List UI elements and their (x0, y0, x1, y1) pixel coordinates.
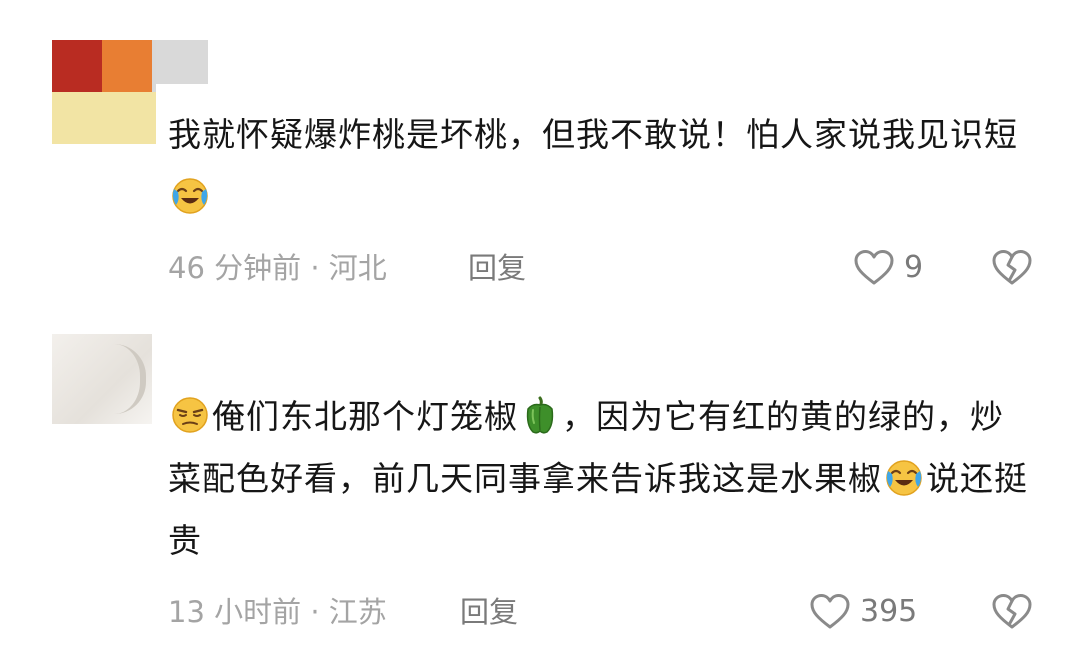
avatar-block (52, 96, 140, 144)
comment-text-segment: 俺们东北那个灯笼椒 (212, 397, 518, 436)
broken-heart-icon (992, 250, 1032, 285)
comment-text: 俺们东北那个灯笼椒 ，因为它有红的黄的绿的，炒菜配色好看，前几天同事拿来告诉我这… (168, 386, 1028, 572)
heart-outline-icon (810, 594, 850, 629)
comment-item: 俺们东北那个灯笼椒 ，因为它有红的黄的绿的，炒菜配色好看，前几天同事拿来告诉我这… (0, 310, 1080, 650)
dislike-button[interactable] (990, 246, 1034, 290)
like-button[interactable]: 9 (852, 246, 923, 290)
heart-outline-icon (854, 250, 894, 285)
comment-meta: 13 小时前 · 江苏 (168, 595, 387, 629)
comment-item: 我就怀疑爆炸桃是坏桃，但我不敢说！怕人家说我见识短 46 分钟前 · 河北 回复… (0, 0, 1080, 310)
reply-button[interactable]: 回复 (468, 246, 526, 290)
like-button[interactable]: 395 (808, 590, 917, 634)
avatar[interactable] (52, 334, 152, 424)
like-count: 9 (904, 250, 924, 285)
comment-text-segment: 我就怀疑爆炸桃是坏桃，但我不敢说！怕人家说我见识短 (168, 115, 1018, 154)
like-count: 395 (860, 594, 918, 629)
comment-text: 我就怀疑爆炸桃是坏桃，但我不敢说！怕人家说我见识短 (168, 104, 1028, 228)
smirk-emoji-icon (172, 397, 208, 433)
comment-meta: 46 分钟前 · 河北 (168, 251, 387, 285)
dislike-button[interactable] (990, 590, 1034, 634)
avatar-block (102, 40, 152, 92)
laugh-cry-emoji-icon (172, 178, 208, 214)
avatar-block (52, 40, 102, 92)
avatar-block (156, 40, 208, 84)
broken-heart-icon (992, 594, 1032, 629)
reply-button[interactable]: 回复 (460, 590, 518, 634)
green-pepper-emoji-icon (526, 396, 554, 434)
laugh-cry-emoji-icon (886, 460, 922, 496)
